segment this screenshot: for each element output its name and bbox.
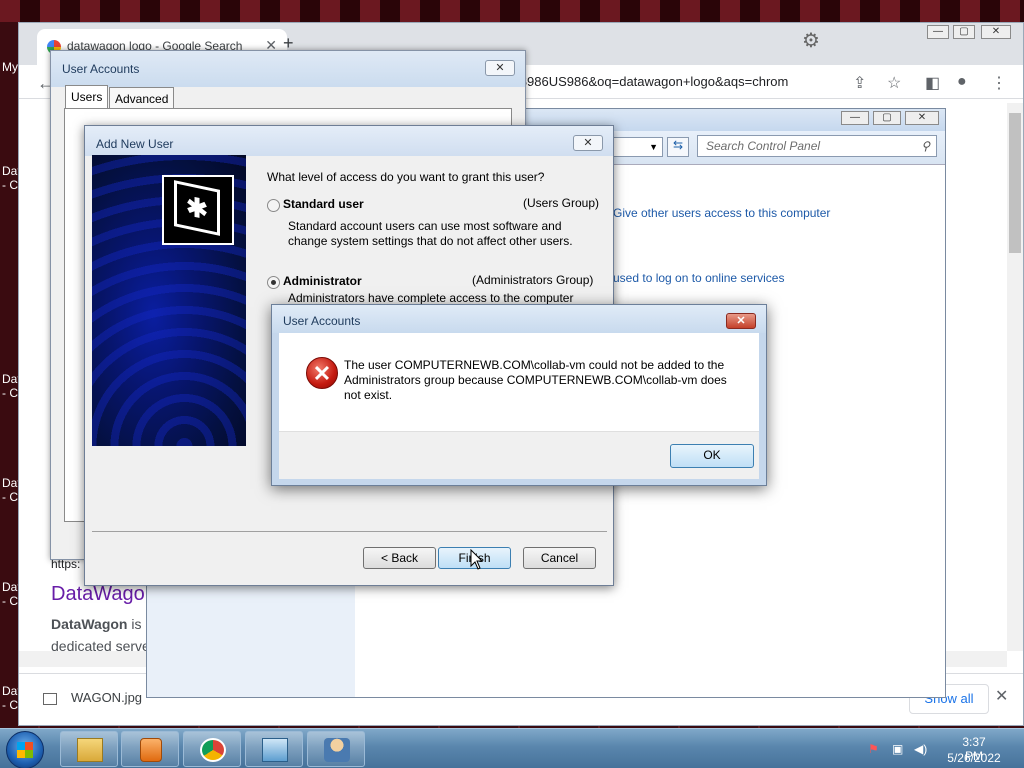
error-dialog-titlebar: User Accounts — [272, 305, 766, 333]
error-dialog: User Accounts ✕ ✕ The user COMPUTERNEWB.… — [271, 304, 767, 486]
gear-icon[interactable]: ⚙ — [802, 28, 820, 53]
dialog-title: Add New User — [96, 137, 174, 151]
action-center-flag-icon[interactable]: ⚑ — [868, 742, 882, 756]
search-placeholder: Search Control Panel — [706, 139, 821, 153]
close-button[interactable]: ✕ — [726, 313, 756, 329]
administrator-label[interactable]: Administrator — [283, 274, 362, 288]
standard-user-label[interactable]: Standard user — [283, 197, 364, 211]
separator — [92, 531, 607, 532]
maximize-button[interactable]: ▢ — [873, 111, 901, 125]
control-panel-icon — [262, 738, 288, 762]
error-dialog-footer: OK — [279, 431, 759, 479]
volume-icon[interactable]: ◀) — [914, 742, 928, 756]
minimize-button[interactable]: — — [841, 111, 869, 125]
dialog-title: User Accounts — [283, 314, 361, 328]
profile-icon[interactable]: ● — [957, 73, 967, 91]
administrator-radio[interactable] — [267, 276, 280, 289]
standard-user-radio[interactable] — [267, 199, 280, 212]
search-icon[interactable]: ⚲ — [921, 139, 930, 153]
asterisk-key-icon: ✱ — [174, 180, 220, 236]
mouse-cursor-icon — [470, 549, 484, 570]
taskbar: ⚑ ▣ ◀) 3:37 PM 5/26/2022 — [0, 728, 1024, 768]
image-file-icon — [43, 692, 57, 705]
scrollbar-thumb[interactable] — [1009, 113, 1021, 253]
windows-logo-icon — [17, 742, 33, 758]
taskbar-control-panel[interactable] — [245, 731, 303, 767]
folder-icon — [77, 738, 103, 762]
standard-user-group: (Users Group) — [523, 196, 600, 210]
address-bar[interactable]: US986US986&oq=datawagon+logo&aqs=chrom — [509, 69, 889, 95]
cancel-button[interactable]: Cancel — [523, 547, 596, 569]
user-accounts-icon — [324, 738, 350, 762]
search-control-panel-input[interactable]: Search Control Panel ⚲ — [697, 135, 937, 157]
tab-advanced[interactable]: Advanced — [109, 87, 175, 109]
administrator-description: Administrators have complete access to t… — [288, 291, 574, 304]
chrome-icon — [200, 738, 226, 762]
close-button[interactable]: ✕ — [485, 60, 515, 76]
tab-users[interactable]: Users — [65, 85, 109, 109]
snippet-bold: DataWagon — [51, 616, 128, 632]
ok-button[interactable]: OK — [670, 444, 754, 468]
side-panel-icon[interactable]: ◧ — [925, 73, 940, 93]
close-button[interactable]: ✕ — [981, 25, 1011, 39]
taskbar-chrome[interactable] — [183, 731, 241, 767]
user-accounts-logo-icon: ✱ — [162, 175, 234, 245]
media-player-icon — [140, 738, 162, 762]
standard-user-description: Standard account users can use most soft… — [288, 219, 573, 248]
add-new-user-titlebar: Add New User — [85, 126, 613, 156]
online-services-link[interactable]: used to log on to online services — [613, 271, 784, 285]
taskbar-user-accounts[interactable] — [307, 731, 365, 767]
close-button[interactable]: ✕ — [905, 111, 939, 125]
start-button[interactable] — [6, 731, 44, 768]
bookmark-star-icon[interactable]: ☆ — [887, 73, 901, 93]
close-download-bar-icon[interactable]: ✕ — [995, 686, 1008, 706]
give-access-link[interactable]: Give other users access to this computer — [613, 206, 830, 220]
access-question: What level of access do you want to gran… — [267, 170, 545, 184]
wizard-banner-image: ✱ — [92, 155, 246, 446]
download-item[interactable]: WAGON.jpg — [43, 690, 142, 705]
share-icon[interactable]: ⇪ — [853, 73, 866, 93]
error-message: The user COMPUTERNEWB.COM\collab-vm coul… — [344, 358, 727, 402]
search-result-link[interactable]: DataWagon — [51, 583, 156, 606]
refresh-icon[interactable]: ⇆ — [667, 137, 689, 157]
address-dropdown[interactable]: ▼ — [607, 137, 663, 157]
taskbar-explorer[interactable] — [60, 731, 118, 767]
maximize-button[interactable]: ▢ — [953, 25, 975, 39]
network-icon[interactable]: ▣ — [892, 742, 906, 756]
error-dialog-body: ✕ The user COMPUTERNEWB.COM\collab-vm co… — [279, 333, 759, 431]
wallpaper-pattern — [0, 0, 1024, 22]
minimize-button[interactable]: — — [927, 25, 949, 39]
close-button[interactable]: ✕ — [573, 135, 603, 151]
taskbar-media-player[interactable] — [121, 731, 179, 767]
window-title: User Accounts — [62, 62, 140, 76]
user-accounts-titlebar: User Accounts — [51, 51, 525, 87]
administrator-group: (Administrators Group) — [472, 273, 594, 287]
clock-date[interactable]: 5/26/2022 — [944, 751, 1004, 765]
back-button[interactable]: < Back — [363, 547, 436, 569]
error-icon: ✕ — [306, 357, 338, 389]
download-filename: WAGON.jpg — [71, 690, 143, 705]
menu-dots-icon[interactable]: ⋮ — [991, 73, 1007, 93]
